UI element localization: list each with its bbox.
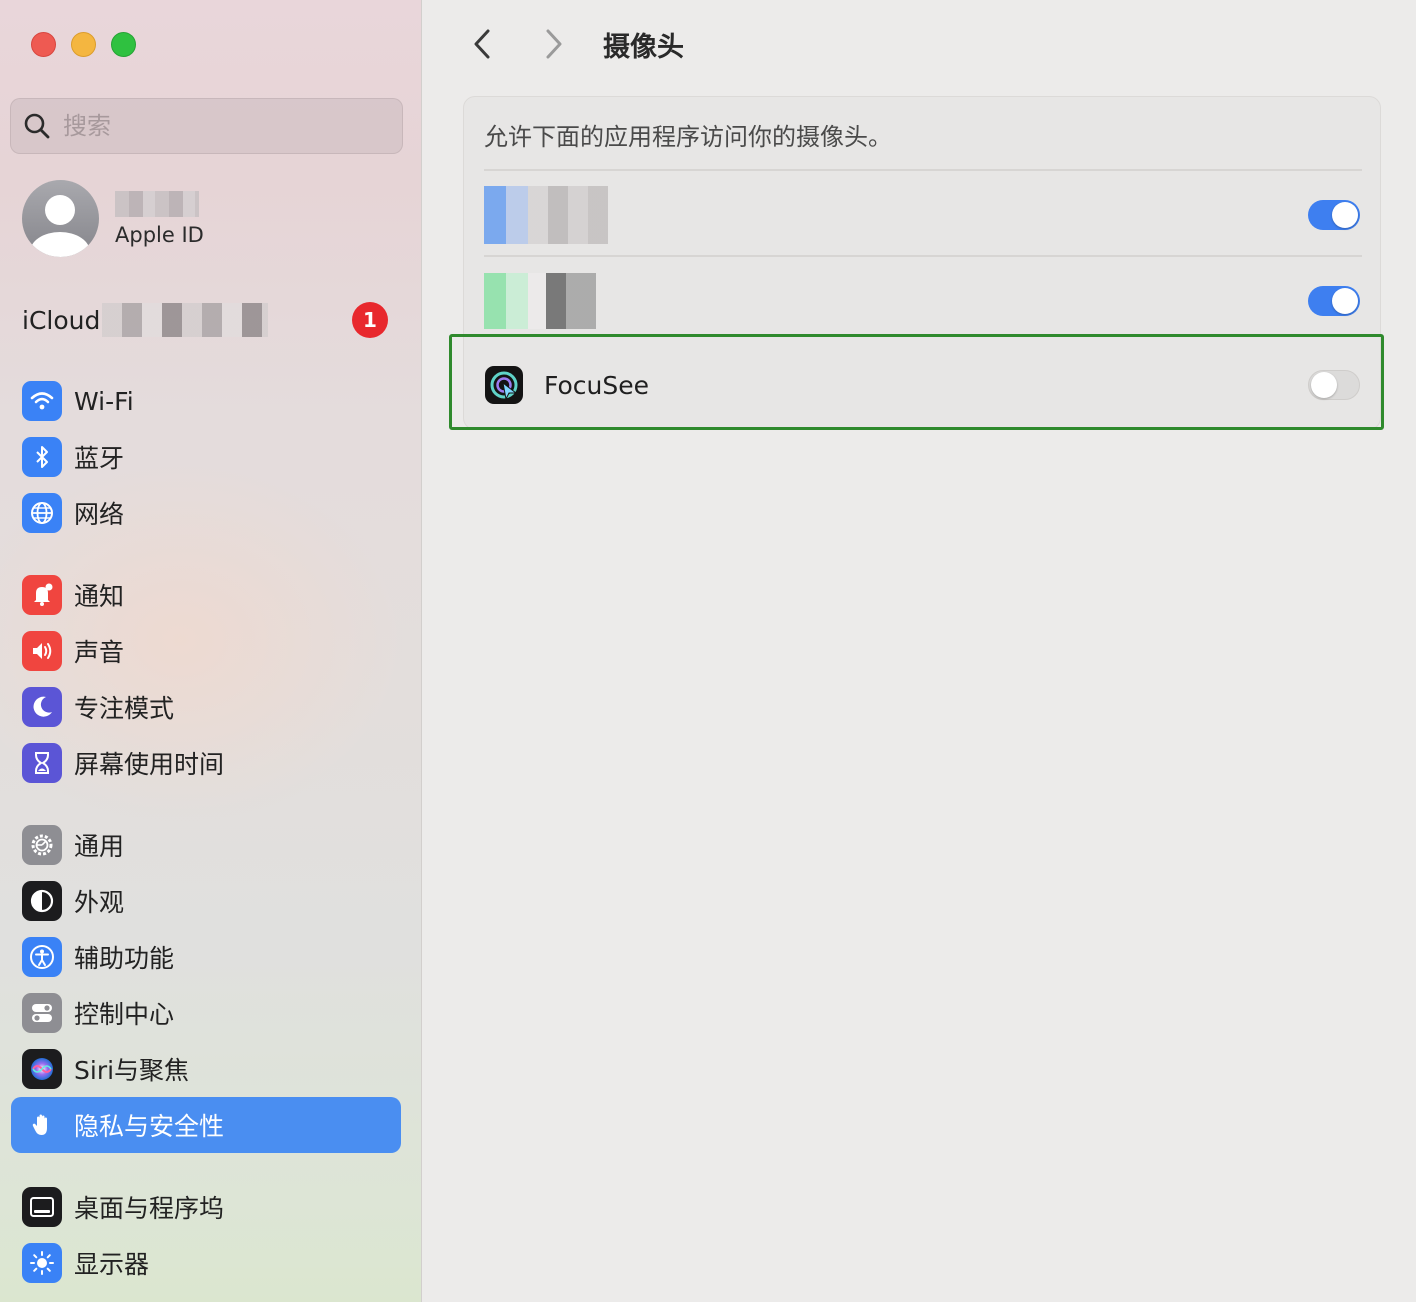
window-controls [31, 32, 136, 57]
sidebar-item-label: 通知 [74, 582, 125, 611]
sidebar-item-label: 网络 [74, 500, 125, 529]
redacted-app-icon [484, 273, 596, 329]
speaker-icon [22, 631, 62, 671]
hourglass-icon [22, 743, 62, 783]
sidebar-item-wifi[interactable]: Wi-Fi [0, 373, 422, 429]
sidebar-group: 桌面与程序坞 显示器 [0, 1179, 422, 1291]
sidebar-item-accessibility[interactable]: 辅助功能 [0, 929, 422, 985]
minimize-window-button[interactable] [71, 32, 96, 57]
toolbar: 摄像头 [463, 22, 684, 66]
account-subtitle: Apple ID [115, 222, 204, 247]
app-camera-toggle[interactable] [1308, 286, 1360, 316]
sidebar-group: 通用外观辅助功能控制中心 Siri与聚焦隐私与安全性 [0, 817, 422, 1153]
sidebar-item-label: 声音 [74, 638, 125, 667]
icloud-label: iCloud [22, 305, 101, 335]
hand-icon [22, 1105, 62, 1145]
sidebar-item-label: 隐私与安全性 [74, 1112, 225, 1141]
search-icon [24, 113, 50, 139]
sidebar: Apple ID iCloud 1 Wi-Fi 蓝牙网络通知声音专注模式屏幕使用时… [0, 0, 422, 1302]
app-name: FocuSee [544, 370, 650, 400]
account-name-redacted [115, 190, 199, 217]
dock-icon [22, 1187, 62, 1227]
sidebar-item-label: Siri与聚焦 [74, 1056, 190, 1085]
wifi-icon [22, 381, 62, 421]
chevron-right-icon [546, 29, 562, 59]
avatar [22, 180, 99, 257]
main-content: 摄像头 允许下面的应用程序访问你的摄像头。 FocuSee [423, 0, 1416, 1302]
camera-permissions-panel: 允许下面的应用程序访问你的摄像头。 FocuSee [463, 96, 1381, 430]
sidebar-item-label: 屏幕使用时间 [74, 750, 225, 779]
sidebar-item-desktop-dock[interactable]: 桌面与程序坞 [0, 1179, 422, 1235]
app-row-focusee: FocuSee [464, 343, 1380, 427]
focusee-app-icon [485, 366, 523, 404]
focusee-camera-toggle[interactable] [1308, 370, 1360, 400]
sidebar-item-label: 显示器 [74, 1250, 150, 1279]
sidebar-item-privacy[interactable]: 隐私与安全性 [11, 1097, 401, 1153]
sidebar-item-label: 蓝牙 [74, 444, 125, 473]
sidebar-item-sound[interactable]: 声音 [0, 623, 422, 679]
globe-icon [22, 493, 62, 533]
gear-icon [22, 825, 62, 865]
search-input[interactable] [63, 112, 363, 140]
notification-badge: 1 [352, 302, 388, 338]
sidebar-group: 通知声音专注模式屏幕使用时间 [0, 567, 422, 791]
sidebar-item-screen-time[interactable]: 屏幕使用时间 [0, 735, 422, 791]
divider [484, 255, 1362, 257]
sidebar-item-network[interactable]: 网络 [0, 485, 422, 541]
sidebar-item-siri[interactable]: Siri与聚焦 [0, 1041, 422, 1097]
bell-icon [22, 575, 62, 615]
sidebar-item-label: Wi-Fi [74, 386, 134, 416]
sidebar-item-label: 控制中心 [74, 1000, 175, 1029]
moon-icon [22, 687, 62, 727]
sidebar-item-label: 桌面与程序坞 [74, 1194, 225, 1223]
sidebar-item-control-center[interactable]: 控制中心 [0, 985, 422, 1041]
app-row [464, 259, 1380, 343]
sidebar-item-notifications[interactable]: 通知 [0, 567, 422, 623]
search-field[interactable] [10, 98, 403, 154]
sidebar-item-label: 辅助功能 [74, 944, 175, 973]
chevron-left-icon [474, 29, 490, 59]
redacted-app-icon [484, 186, 608, 244]
icloud-redacted [102, 303, 269, 337]
zoom-window-button[interactable] [111, 32, 136, 57]
app-row [464, 173, 1380, 257]
sidebar-item-general[interactable]: 通用 [0, 817, 422, 873]
forward-button[interactable] [533, 22, 573, 66]
sidebar-item-displays[interactable]: 显示器 [0, 1235, 422, 1291]
close-window-button[interactable] [31, 32, 56, 57]
sun-icon [22, 1243, 62, 1283]
page-title: 摄像头 [603, 31, 684, 63]
divider [484, 169, 1362, 171]
panel-description: 允许下面的应用程序访问你的摄像头。 [484, 123, 892, 151]
appearance-icon [22, 881, 62, 921]
icloud-item[interactable]: iCloud 1 [22, 300, 392, 340]
siri-icon [22, 1049, 62, 1089]
sidebar-item-label: 外观 [74, 888, 125, 917]
sidebar-item-label: 通用 [74, 832, 125, 861]
app-camera-toggle[interactable] [1308, 200, 1360, 230]
toggles-icon [22, 993, 62, 1033]
sidebar-item-focus[interactable]: 专注模式 [0, 679, 422, 735]
apple-id-account[interactable]: Apple ID [22, 180, 204, 257]
sidebar-group: Wi-Fi 蓝牙网络 [0, 373, 422, 541]
bluetooth-icon [22, 437, 62, 477]
sidebar-item-bluetooth[interactable]: 蓝牙 [0, 429, 422, 485]
accessibility-icon [22, 937, 62, 977]
sidebar-item-appearance[interactable]: 外观 [0, 873, 422, 929]
back-button[interactable] [463, 22, 503, 66]
sidebar-item-label: 专注模式 [74, 694, 175, 723]
